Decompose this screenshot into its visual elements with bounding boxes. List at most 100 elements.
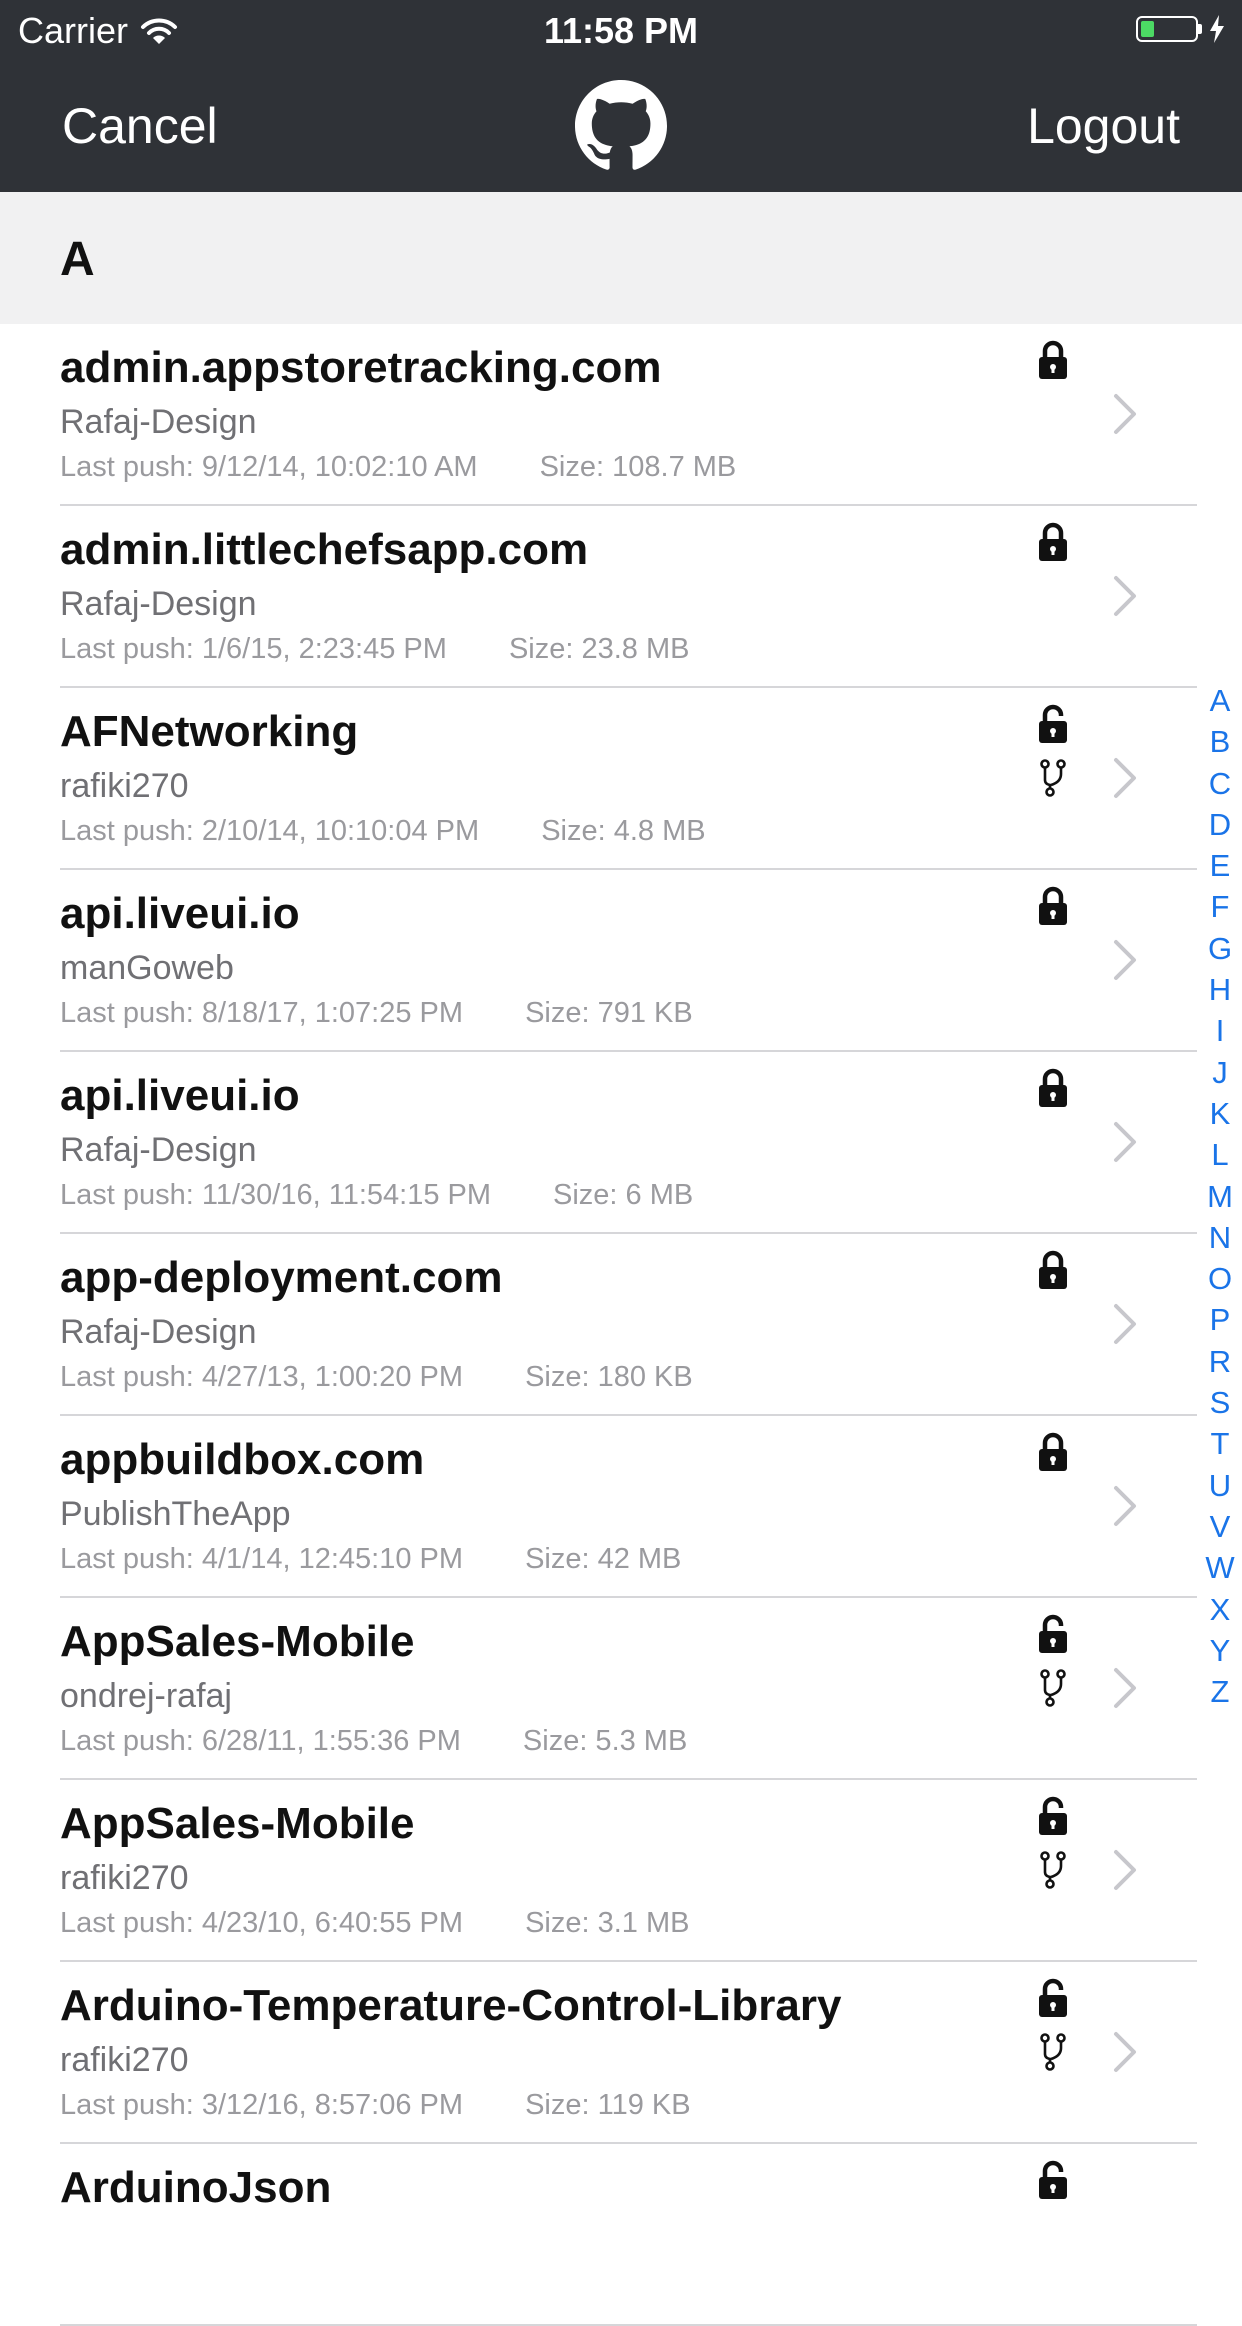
index-letter[interactable]: I (1198, 1010, 1242, 1051)
size-label: Size: 6 MB (553, 1179, 694, 1211)
index-letter[interactable]: R (1198, 1341, 1242, 1382)
fork-icon (1040, 1851, 1066, 1889)
chevron-right-icon (1114, 940, 1136, 980)
fork-icon (1040, 1669, 1066, 1707)
section-header-letter: A (60, 233, 95, 286)
chevron-right-icon (1114, 2032, 1136, 2072)
public-unlock-icon (1039, 704, 1067, 743)
index-letter[interactable]: E (1198, 845, 1242, 886)
public-unlock-icon (1039, 1796, 1067, 1835)
last-push-label: Last push: 1/6/15, 2:23:45 PM (60, 633, 447, 665)
size-label: Size: 108.7 MB (539, 451, 737, 483)
battery-indicator (1136, 14, 1226, 44)
index-letter[interactable]: B (1198, 721, 1242, 762)
index-letter[interactable]: K (1198, 1093, 1242, 1134)
repository-name: Arduino-Temperature-Control-Library (60, 1981, 842, 2030)
index-letter[interactable]: C (1198, 763, 1242, 804)
repository-meta: Last push: 11/30/16, 11:54:15 PM Size: 6 … (60, 1178, 693, 1212)
index-letter[interactable]: Y (1198, 1630, 1242, 1671)
index-letter[interactable]: P (1198, 1299, 1242, 1340)
public-unlock-icon (1039, 1978, 1067, 2017)
fork-icon (1040, 759, 1066, 797)
private-lock-icon (1039, 886, 1067, 925)
repository-meta: Last push: 4/23/10, 6:40:55 PM Size: 3.1 … (60, 1906, 689, 1940)
repository-name: ArduinoJson (60, 2163, 332, 2212)
index-letter[interactable]: Z (1198, 1671, 1242, 1712)
repository-meta: Last push: 9/12/14, 10:02:10 AM Size: 108… (60, 450, 736, 484)
navigation-bar: Carrier 11:58 PM Cancel Logout (0, 0, 1242, 192)
size-label: Size: 5.3 MB (522, 1725, 688, 1757)
status-time: 11:58 PM (543, 10, 699, 51)
public-unlock-icon (1039, 1614, 1067, 1653)
section-index-bar[interactable]: ABCDEFGHIJKLMNOPRSTUVWXYZ (1198, 680, 1242, 1712)
repository-meta: Last push: 3/12/16, 8:57:06 PM Size: 119 … (60, 2088, 691, 2122)
private-lock-icon (1039, 522, 1067, 561)
index-letter[interactable]: T (1198, 1423, 1242, 1464)
index-letter[interactable]: W (1198, 1547, 1242, 1588)
repository-row[interactable]: ArduinoJson (0, 2144, 1242, 2326)
index-letter[interactable]: H (1198, 969, 1242, 1010)
index-letter[interactable]: F (1198, 886, 1242, 927)
size-label: Size: 119 KB (525, 2089, 691, 2121)
chevron-right-icon (1114, 1122, 1136, 1162)
github-octocat-icon (575, 80, 667, 170)
cancel-button[interactable]: Cancel (62, 98, 218, 154)
index-letter[interactable]: M (1198, 1176, 1242, 1217)
index-letter[interactable]: O (1198, 1258, 1242, 1299)
size-label: Size: 180 KB (525, 1361, 693, 1393)
repository-row[interactable]: api.liveui.io Rafaj-Design Last push: 11/3… (0, 1052, 1242, 1234)
last-push-label: Last push: 9/12/14, 10:02:10 AM (60, 451, 478, 483)
index-letter[interactable]: A (1198, 680, 1242, 721)
repository-owner: rafiki270 (60, 767, 189, 805)
repository-row[interactable]: AppSales-Mobile rafiki270 Last push: 4/23/… (0, 1780, 1242, 1962)
repository-name: AppSales-Mobile (60, 1617, 415, 1666)
index-letter[interactable]: L (1198, 1134, 1242, 1175)
repository-row[interactable]: Arduino-Temperature-Control-Library rafik… (0, 1962, 1242, 2144)
repository-owner: Rafaj-Design (60, 1313, 257, 1351)
repository-name: AFNetworking (60, 707, 359, 756)
size-label: Size: 23.8 MB (508, 633, 690, 665)
last-push-label: Last push: 2/10/14, 10:10:04 PM (60, 815, 480, 847)
battery-icon (1136, 16, 1198, 42)
index-letter[interactable]: X (1198, 1589, 1242, 1630)
index-letter[interactable]: U (1198, 1465, 1242, 1506)
index-letter[interactable]: J (1198, 1052, 1242, 1093)
repository-row[interactable]: api.liveui.io manGoweb Last push: 8/18/17,… (0, 870, 1242, 1052)
private-lock-icon (1039, 1068, 1067, 1107)
repository-name: admin.littlechefsapp.com (60, 525, 589, 574)
index-letter[interactable]: G (1198, 928, 1242, 969)
repository-meta: Last push: 6/28/11, 1:55:36 PM Size: 5.3 … (60, 1724, 687, 1758)
private-lock-icon (1039, 1250, 1067, 1289)
repository-owner: Rafaj-Design (60, 403, 257, 441)
charging-bolt-icon (1210, 15, 1224, 43)
repository-owner: PublishTheApp (60, 1495, 291, 1533)
logout-button[interactable]: Logout (1027, 98, 1180, 154)
repository-row[interactable]: admin.appstoretracking.com Rafaj-Design La… (0, 324, 1242, 506)
private-lock-icon (1039, 340, 1067, 379)
repository-meta: Last push: 4/1/14, 12:45:10 PM Size: 42 M… (60, 1542, 681, 1576)
last-push-label: Last push: 3/12/16, 8:57:06 PM (60, 2089, 464, 2121)
fork-icon (1040, 2033, 1066, 2071)
index-letter[interactable]: D (1198, 804, 1242, 845)
repository-row[interactable]: AFNetworking rafiki270 Last push: 2/10/14,… (0, 688, 1242, 870)
repository-list: admin.appstoretracking.com Rafaj-Design La… (0, 324, 1242, 2326)
index-letter[interactable]: S (1198, 1382, 1242, 1423)
repository-owner: ondrej-rafaj (60, 1677, 232, 1715)
chevron-right-icon (1114, 1850, 1136, 1890)
size-label: Size: 791 KB (525, 997, 693, 1029)
last-push-label: Last push: 4/27/13, 1:00:20 PM (60, 1361, 464, 1393)
last-push-label: Last push: 6/28/11, 1:55:36 PM (60, 1725, 461, 1757)
index-letter[interactable]: N (1198, 1217, 1242, 1258)
chevron-right-icon (1114, 1486, 1136, 1526)
repository-name: api.liveui.io (60, 889, 300, 938)
repository-owner: Rafaj-Design (60, 1131, 257, 1169)
size-label: Size: 3.1 MB (525, 1907, 690, 1939)
repository-row[interactable]: AppSales-Mobile ondrej-rafaj Last push: 6/… (0, 1598, 1242, 1780)
last-push-label: Last push: 8/18/17, 1:07:25 PM (60, 997, 464, 1029)
repository-row[interactable]: app-deployment.com Rafaj-Design Last push:… (0, 1234, 1242, 1416)
repository-row[interactable]: appbuildbox.com PublishTheApp Last push: 4… (0, 1416, 1242, 1598)
index-letter[interactable]: V (1198, 1506, 1242, 1547)
repository-row[interactable]: admin.littlechefsapp.com Rafaj-Design Last… (0, 506, 1242, 688)
chevron-right-icon (1114, 1304, 1136, 1344)
status-bar: Carrier 11:58 PM (0, 0, 1242, 60)
